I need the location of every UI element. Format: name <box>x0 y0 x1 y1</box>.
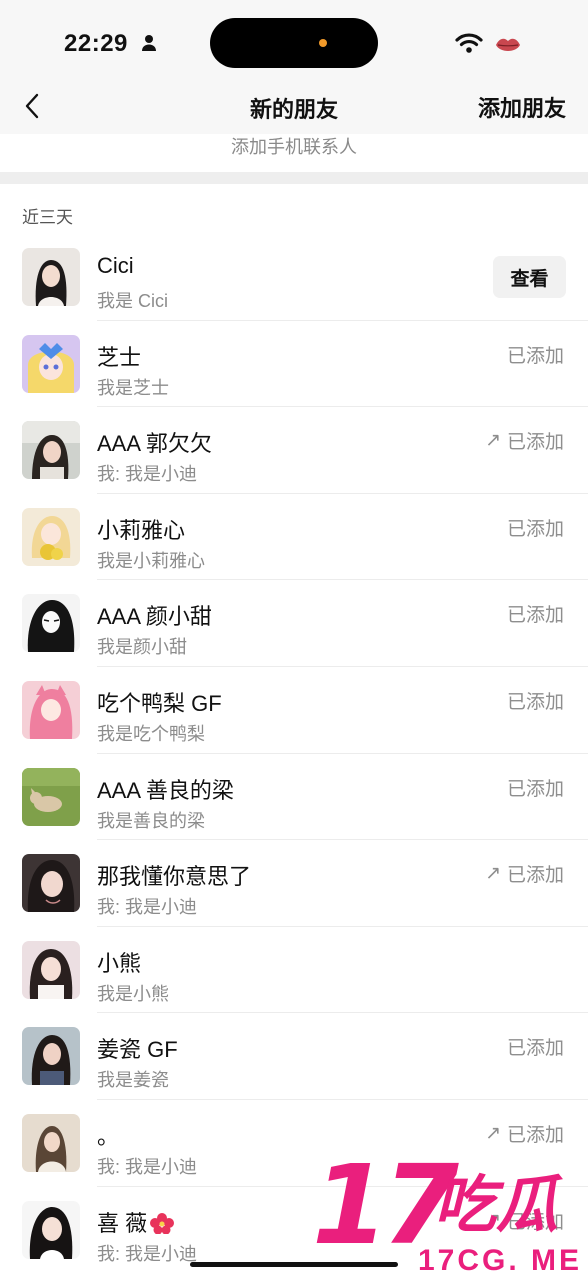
friend-name: AAA 善良的梁 <box>97 777 234 803</box>
navigation-bar: 新的朋友 添加朋友 <box>0 80 588 134</box>
friend-request-message: 我是小莉雅心 <box>97 550 205 571</box>
section-header-recent: 近三天 <box>22 208 73 227</box>
friend-request-message: 我是吃个鸭梨 <box>97 723 205 744</box>
added-label: 已添加 <box>506 778 564 800</box>
friend-name: AAA 颜小甜 <box>97 604 212 630</box>
friend-request-message: 我是芝士 <box>97 377 169 398</box>
added-label: 已添加 <box>506 518 564 540</box>
outgoing-arrow-icon: ↗ <box>485 1209 501 1231</box>
friend-request-message: 我: 我是小迪 <box>97 464 198 485</box>
outgoing-arrow-icon: ↗ <box>485 863 501 885</box>
avatar <box>22 1200 80 1259</box>
added-status: 已添加 <box>507 514 564 541</box>
added-status: ↗ 已添加 <box>485 860 564 887</box>
status-time: 22:29 <box>64 30 128 57</box>
list-item[interactable]: Cici 我是 Cici 查看 <box>0 234 588 321</box>
avatar <box>22 854 80 913</box>
section-separator <box>0 172 588 184</box>
friend-name: AAA 郭欠欠 <box>97 431 212 457</box>
friend-name: 那我懂你意思了 <box>97 864 252 890</box>
added-status: 已添加 <box>507 1033 564 1060</box>
list-item[interactable]: 小熊 我是小熊 <box>0 927 588 1014</box>
avatar <box>22 767 80 826</box>
person-icon <box>142 35 156 51</box>
list-item[interactable]: 姜瓷 GF 我是姜瓷 已添加 <box>0 1013 588 1100</box>
recording-indicator-icon <box>319 39 327 47</box>
add-friend-button[interactable]: 添加朋友 <box>478 91 566 123</box>
avatar <box>22 507 80 566</box>
friend-request-list: Cici 我是 Cici 查看 芝士 我是芝士 已添加 AAA 郭欠欠 我: 我… <box>0 234 588 1273</box>
avatar <box>22 680 80 739</box>
status-bar: 22:29 <box>0 0 588 80</box>
added-label: 已添加 <box>506 345 564 367</box>
list-item[interactable]: AAA 颜小甜 我是颜小甜 已添加 <box>0 580 588 667</box>
friend-name-text: 喜 薇 <box>97 1210 148 1236</box>
avatar <box>22 421 80 480</box>
avatar <box>22 594 80 653</box>
hibiscus-icon <box>150 1212 175 1234</box>
list-item[interactable]: AAA 郭欠欠 我: 我是小迪 ↗ 已添加 <box>0 407 588 494</box>
friend-name: Cici <box>97 253 134 278</box>
friend-name: 吃个鸭梨 GF <box>97 690 222 716</box>
added-label: 已添加 <box>506 1211 564 1233</box>
list-item[interactable]: 小莉雅心 我是小莉雅心 已添加 <box>0 494 588 581</box>
avatar <box>22 334 80 393</box>
added-label: 已添加 <box>506 1124 564 1146</box>
friend-request-message: 我是善良的梁 <box>97 810 205 831</box>
friend-name: 芝士 <box>97 344 142 370</box>
friend-request-message: 我是 Cici <box>97 291 168 311</box>
list-item[interactable]: 芝士 我是芝士 已添加 <box>0 321 588 408</box>
dynamic-island <box>210 18 378 68</box>
friend-name: 姜瓷 GF <box>97 1037 178 1063</box>
outgoing-arrow-icon: ↗ <box>485 430 501 452</box>
added-label: 已添加 <box>506 605 564 627</box>
add-phone-contacts-link[interactable]: 添加手机联系人 <box>0 134 588 172</box>
friend-name: 喜 薇 <box>97 1206 175 1238</box>
list-item[interactable]: 。 我: 我是小迪 ↗ 已添加 <box>0 1100 588 1187</box>
friend-request-message: 我是颜小甜 <box>97 637 187 658</box>
friend-name: 。 <box>97 1123 120 1149</box>
friend-name: 小熊 <box>97 950 142 976</box>
added-label: 已添加 <box>506 432 564 454</box>
outgoing-arrow-icon: ↗ <box>485 1122 501 1144</box>
avatar <box>22 248 80 306</box>
wifi-icon <box>455 33 483 53</box>
list-item[interactable]: 喜 薇 我: 我是小迪 ↗ 已添加 <box>0 1187 588 1274</box>
added-status: 已添加 <box>507 687 564 714</box>
added-status: ↗ 已添加 <box>485 1120 564 1147</box>
added-status: 已添加 <box>507 341 564 368</box>
home-indicator[interactable] <box>190 1262 398 1267</box>
friend-name: 小莉雅心 <box>97 517 186 543</box>
added-status: 已添加 <box>507 600 564 627</box>
friend-request-message: 我是姜瓷 <box>97 1070 169 1091</box>
friend-request-message: 我: 我是小迪 <box>97 1243 198 1264</box>
added-label: 已添加 <box>506 865 564 887</box>
list-item[interactable]: 那我懂你意思了 我: 我是小迪 ↗ 已添加 <box>0 840 588 927</box>
added-status: 已添加 <box>507 774 564 801</box>
friend-request-message: 我: 我是小迪 <box>97 1156 198 1177</box>
avatar <box>22 1027 80 1086</box>
avatar <box>22 1113 80 1172</box>
added-status: ↗ 已添加 <box>485 1207 564 1234</box>
added-label: 已添加 <box>506 1038 564 1060</box>
added-label: 已添加 <box>506 691 564 713</box>
view-button[interactable]: 查看 <box>493 256 566 298</box>
friend-request-message: 我是小熊 <box>97 983 169 1004</box>
list-item[interactable]: 吃个鸭梨 GF 我是吃个鸭梨 已添加 <box>0 667 588 754</box>
list-item[interactable]: AAA 善良的梁 我是善良的梁 已添加 <box>0 754 588 841</box>
friend-request-message: 我: 我是小迪 <box>97 897 198 918</box>
added-status: ↗ 已添加 <box>485 427 564 454</box>
avatar <box>22 940 80 999</box>
lips-icon <box>496 38 520 51</box>
